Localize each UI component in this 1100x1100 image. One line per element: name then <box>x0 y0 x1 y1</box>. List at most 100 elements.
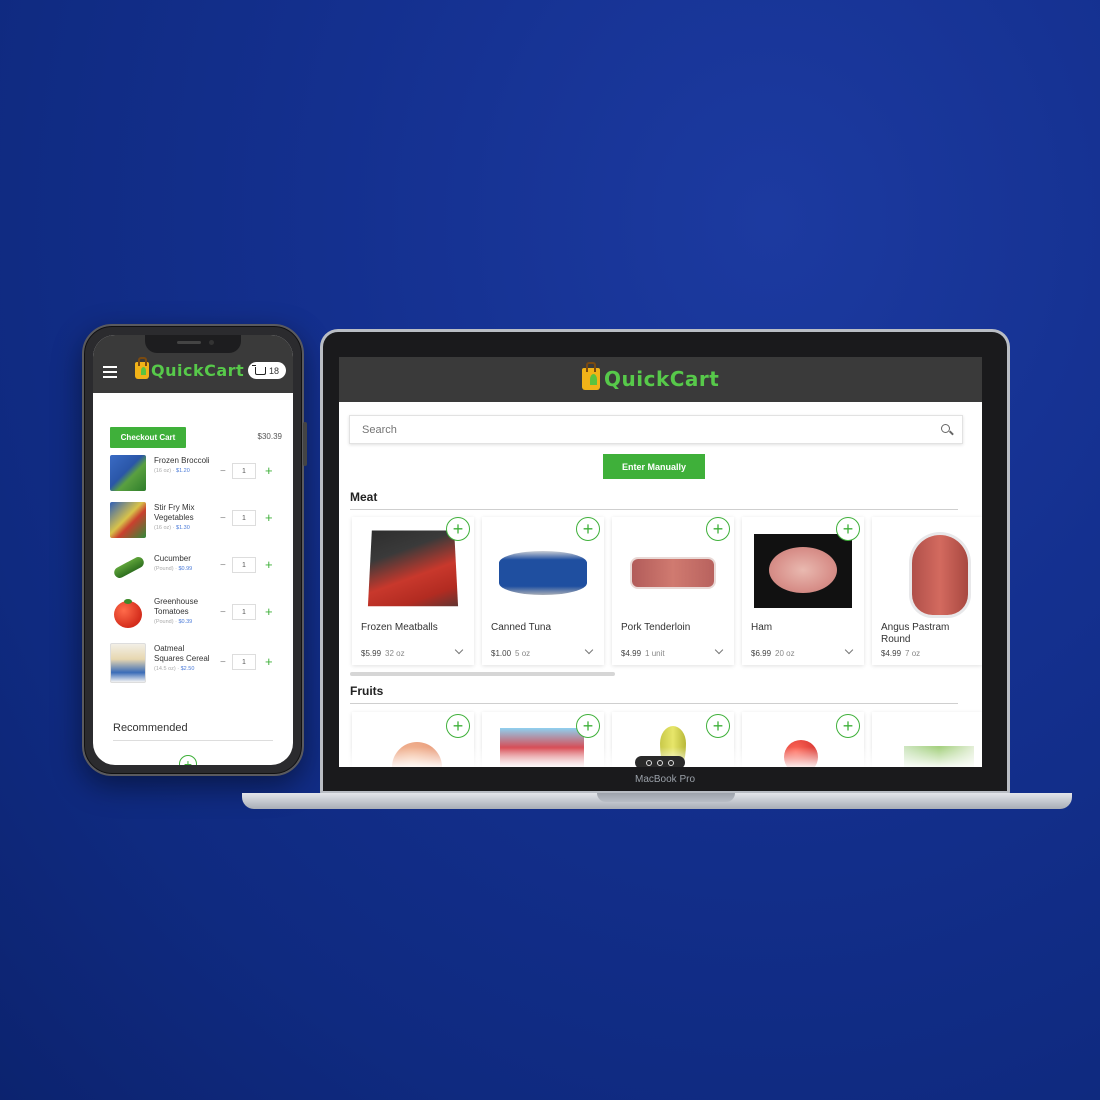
product-card[interactable]: + Ham $6.99 20 oz <box>742 517 864 665</box>
chevron-down-icon[interactable] <box>714 645 724 655</box>
product-thumbnail <box>110 643 146 683</box>
increase-qty-button[interactable]: + <box>265 654 273 669</box>
product-thumbnail <box>110 549 146 585</box>
phone-side-button <box>303 422 307 466</box>
laptop-thumb-notch <box>597 793 735 802</box>
enter-manually-button[interactable]: Enter Manually <box>603 454 705 479</box>
checkout-cart-button[interactable]: Checkout Cart <box>110 427 186 448</box>
increase-qty-button[interactable]: + <box>265 604 273 619</box>
product-card[interactable]: + Frozen Meatballs $5.99 32 oz <box>352 517 474 665</box>
section-divider <box>350 509 958 510</box>
cart-item: Cucumber (Pound) · $0.99 − 1 + <box>110 549 285 589</box>
cart-button[interactable]: 18 <box>248 362 286 379</box>
product-price: $1.00 5 oz <box>491 649 531 658</box>
product-price: $4.99 7 oz <box>881 649 921 658</box>
add-to-cart-button[interactable]: + <box>576 714 600 738</box>
add-to-cart-button[interactable]: + <box>836 714 860 738</box>
laptop-bezel: MacBook Pro <box>323 767 1007 791</box>
product-name: Pork Tenderloin <box>621 622 691 633</box>
product-image <box>494 527 592 615</box>
horizontal-scrollbar[interactable] <box>350 672 615 676</box>
cart-item: Stir Fry Mix Vegetables (16 oz) · $1.30 … <box>110 502 285 542</box>
cart-count-badge: 18 <box>268 365 279 376</box>
product-image <box>754 534 852 608</box>
cart-item: Frozen Broccoli (16 oz) · $1.20 − 1 + <box>110 455 285 495</box>
quantity-input[interactable]: 1 <box>232 557 256 573</box>
search-icon[interactable] <box>941 424 950 433</box>
cart-item: Greenhouse Tomatoes (Pound) · $0.39 − 1 … <box>110 596 285 636</box>
add-to-cart-button[interactable]: + <box>836 517 860 541</box>
quantity-input[interactable]: 1 <box>232 654 256 670</box>
increase-qty-button[interactable]: + <box>265 510 273 525</box>
brand-logo[interactable]: QuickCart <box>582 362 720 393</box>
product-name: Canned Tuna <box>491 622 552 633</box>
section-divider <box>350 703 958 704</box>
product-thumbnail <box>110 455 146 491</box>
site-header: QuickCart <box>339 357 982 402</box>
laptop-mockup: QuickCart Enter Manually Meat + Frozen M… <box>320 329 1010 794</box>
cart-item-name: Greenhouse Tomatoes (Pound) · $0.39 <box>154 597 199 625</box>
product-image <box>884 527 982 615</box>
add-to-cart-button[interactable]: + <box>706 714 730 738</box>
product-price: $5.99 32 oz <box>361 649 405 658</box>
quantity-input[interactable]: 1 <box>232 463 256 479</box>
chat-widget[interactable] <box>635 756 685 767</box>
product-card[interactable]: + Pork Tenderloin $4.99 1 unit <box>612 517 734 665</box>
decrease-qty-button[interactable]: − <box>220 513 226 524</box>
cart-total: $30.39 <box>257 432 282 441</box>
cart-item: Oatmeal Squares Cereal (14.5 oz) · $2.50… <box>110 643 285 691</box>
grocery-bag-icon <box>582 362 600 390</box>
decrease-qty-button[interactable]: − <box>220 560 226 571</box>
product-card[interactable]: + Angus Pastram Round $4.997 oz <box>872 517 982 665</box>
add-to-cart-button[interactable]: + <box>446 517 470 541</box>
chevron-down-icon[interactable] <box>844 645 854 655</box>
chevron-down-icon[interactable] <box>454 645 464 655</box>
phone-screen: QuickCart 18 Checkout Cart $30.39 Frozen… <box>93 335 293 765</box>
record-icon <box>657 759 663 766</box>
search-input[interactable] <box>350 416 910 443</box>
product-price: $6.99 20 oz <box>751 649 795 658</box>
increase-qty-button[interactable]: + <box>265 557 273 572</box>
add-to-cart-button[interactable]: + <box>576 517 600 541</box>
cart-item-name: Frozen Broccoli (16 oz) · $1.20 <box>154 456 210 474</box>
chat-icon <box>646 759 652 766</box>
cart-icon <box>251 364 266 375</box>
product-name: Ham <box>751 622 773 633</box>
product-price: $4.99 1 unit <box>621 649 665 658</box>
product-name: Frozen Meatballs <box>361 622 438 633</box>
product-image <box>624 527 722 615</box>
decrease-qty-button[interactable]: − <box>220 607 226 618</box>
product-thumbnail <box>110 502 146 538</box>
brand-logo[interactable]: QuickCart <box>135 356 245 382</box>
cart-item-name: Oatmeal Squares Cereal (14.5 oz) · $2.50 <box>154 644 210 672</box>
laptop-screen: QuickCart Enter Manually Meat + Frozen M… <box>339 357 982 767</box>
phone-notch <box>145 335 241 353</box>
phone-mockup: QuickCart 18 Checkout Cart $30.39 Frozen… <box>82 324 307 776</box>
add-to-cart-button[interactable]: + <box>706 517 730 541</box>
decrease-qty-button[interactable]: − <box>220 466 226 477</box>
recommended-heading: Recommended <box>113 722 188 734</box>
cart-item-name: Stir Fry Mix Vegetables (16 oz) · $1.30 <box>154 503 195 531</box>
divider <box>113 740 273 741</box>
quantity-input[interactable]: 1 <box>232 604 256 620</box>
product-image <box>367 530 459 607</box>
product-thumbnail <box>110 596 146 632</box>
product-card[interactable]: + Canned Tuna $1.00 5 oz <box>482 517 604 665</box>
hamburger-menu-icon[interactable] <box>103 366 117 378</box>
decrease-qty-button[interactable]: − <box>220 657 226 668</box>
section-title-meat: Meat <box>350 490 378 504</box>
section-title-fruits: Fruits <box>350 684 384 698</box>
brand-name: QuickCart <box>604 367 720 391</box>
product-name: Angus Pastram Round <box>881 622 950 645</box>
grocery-bag-icon <box>135 356 149 379</box>
brand-name: QuickCart <box>151 360 245 380</box>
chevron-down-icon[interactable] <box>584 645 594 655</box>
menu-icon <box>668 759 674 766</box>
quantity-input[interactable]: 1 <box>232 510 256 526</box>
laptop-model-label: MacBook Pro <box>634 774 696 785</box>
increase-qty-button[interactable]: + <box>265 463 273 478</box>
add-to-cart-button[interactable]: + <box>179 755 197 765</box>
add-to-cart-button[interactable]: + <box>446 714 470 738</box>
search-bar <box>349 415 963 444</box>
cart-item-name: Cucumber (Pound) · $0.99 <box>154 554 193 572</box>
